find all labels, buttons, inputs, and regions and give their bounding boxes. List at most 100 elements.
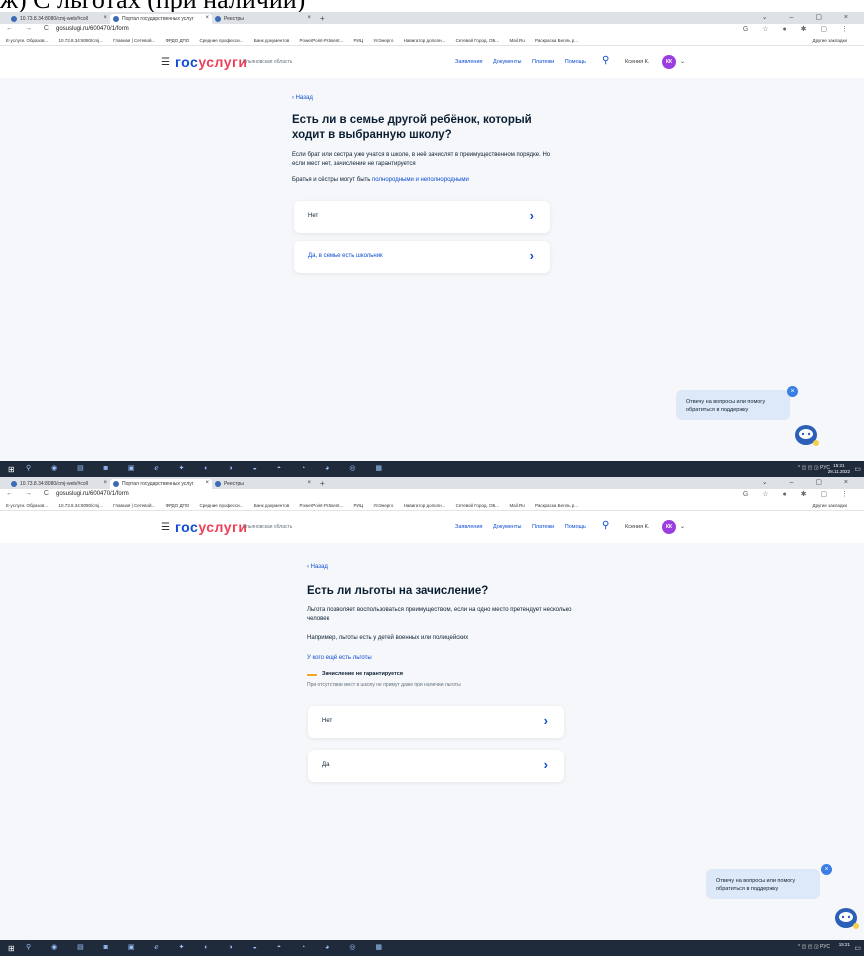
browser-tab-active[interactable]: Портал государственных услуг × (110, 479, 212, 489)
gosuslugi-logo[interactable]: госуслуги (175, 519, 247, 535)
bookmark-item[interactable]: 10.73.8.34:8080/cmj... (58, 503, 103, 508)
search-icon[interactable]: ⚲ (602, 55, 609, 66)
browser-tab-active[interactable]: Портал государственных услуг × (110, 14, 212, 24)
close-tab-icon[interactable]: × (205, 15, 209, 21)
chevron-down-icon[interactable]: ⌄ (680, 523, 685, 530)
tab-favicon-icon (11, 481, 17, 487)
browser-tab[interactable]: Реестры × (212, 14, 314, 24)
browser-tab[interactable]: 10.73.8.34:8080/cmj-web/#coll × (8, 14, 110, 24)
bookmark-item[interactable]: Главная | Сетевой... (113, 38, 155, 43)
close-icon[interactable]: × (821, 864, 832, 875)
windows-start-icon[interactable]: ⊞ (8, 465, 15, 474)
menu-icon[interactable]: ☰ (161, 57, 170, 68)
taskbar-clock[interactable]: 15:21 (839, 942, 850, 948)
close-icon[interactable]: × (787, 386, 798, 397)
bookmark-item[interactable]: РИЦ (354, 38, 364, 43)
taskbar-clock[interactable]: 15:21 28.11.2022 (828, 463, 850, 475)
menu-item-documents[interactable]: Документы (493, 59, 521, 65)
system-tray[interactable]: ^ ◫ ◰ ◲ РУС (798, 465, 830, 471)
browser-tab[interactable]: 10.73.8.34:8080/cmj-web/#coll × (8, 479, 110, 489)
nav-buttons[interactable]: ← → C (6, 490, 54, 497)
new-tab-button[interactable]: + (320, 479, 325, 489)
option-no[interactable]: Нет › (294, 201, 550, 233)
menu-item-help[interactable]: Помощь (565, 524, 586, 530)
search-icon[interactable]: ⚲ (602, 520, 609, 531)
bookmark-item[interactable]: Средние професси... (200, 503, 244, 508)
menu-item-applications[interactable]: Заявления (455, 59, 483, 65)
new-tab-button[interactable]: + (320, 14, 325, 24)
close-tab-icon[interactable]: × (103, 15, 107, 21)
bookmark-item[interactable]: PowerPoint-Präsent... (299, 503, 343, 508)
support-robot-icon[interactable] (832, 906, 860, 930)
bookmark-item[interactable]: Банк документов (254, 38, 290, 43)
other-bookmarks[interactable]: Другие закладки (813, 503, 847, 508)
system-tray[interactable]: ^ ◫ ◰ ◲ РУС (798, 944, 830, 950)
region-selector[interactable]: Ульяновская область (243, 524, 292, 530)
bookmark-item[interactable]: Средние професси... (200, 38, 244, 43)
menu-item-help[interactable]: Помощь (565, 59, 586, 65)
user-name[interactable]: Ксения К. (625, 59, 649, 65)
option-yes[interactable]: Да › (308, 750, 564, 782)
bookmark-item[interactable]: Навигатор дополн... (404, 38, 446, 43)
taskbar-apps[interactable]: ⚲ ◉ ▤ ◙ ▣ ℯ ✦ ◐ ◑ ◒ ◓ ◔ ◕ ◎ ▦ (26, 943, 391, 951)
bookmark-item[interactable]: PowerPoint-Präsent... (299, 38, 343, 43)
menu-item-documents[interactable]: Документы (493, 524, 521, 530)
bookmark-item[interactable]: Банк документов (254, 503, 290, 508)
support-bubble[interactable]: Отвечу на вопросы или помогу обратиться … (676, 390, 790, 420)
bookmark-item[interactable]: РИЦ (354, 503, 364, 508)
user-name[interactable]: Ксения К. (625, 524, 649, 530)
window-controls[interactable]: ⌄ – ▢ × (762, 13, 858, 21)
bookmark-item[interactable]: Сетевой Город. ОБ... (456, 38, 500, 43)
other-bookmarks[interactable]: Другие закладки (813, 38, 847, 43)
bookmark-item[interactable]: ФРДО ДПО (166, 503, 190, 508)
close-tab-icon[interactable]: × (103, 480, 107, 486)
bookmark-item[interactable]: Mail.Ru (509, 503, 524, 508)
tab-favicon-icon (215, 481, 221, 487)
bookmark-item[interactable]: Е-услуги. Образов... (6, 38, 48, 43)
bookmark-item[interactable]: Раскраска Белль р... (535, 38, 578, 43)
bookmark-item[interactable]: Сетевой Город. ОБ... (456, 503, 500, 508)
support-robot-icon[interactable] (792, 423, 820, 447)
who-has-benefits-link[interactable]: У кого ещё есть льготы (307, 654, 577, 663)
warning-marker (307, 674, 317, 676)
url-field[interactable]: gosuslugi.ru/600470/1/form (56, 491, 129, 497)
bookmark-item[interactable]: 10.73.8.34:8080/cmj... (58, 38, 103, 43)
notification-icon[interactable]: ▭ (854, 944, 861, 952)
window-controls[interactable]: ⌄ – ▢ × (762, 478, 858, 486)
nav-buttons[interactable]: ← → C (6, 25, 54, 32)
bookmark-item[interactable]: Главная | Сетевой... (113, 503, 155, 508)
taskbar-apps[interactable]: ⚲ ◉ ▤ ◙ ▣ ℯ ✦ ◐ ◑ ◒ ◓ ◔ ◕ ◎ ▦ (26, 464, 391, 472)
option-yes-schoolchild[interactable]: Да, в семье есть школьник › (294, 241, 550, 273)
menu-icon[interactable]: ☰ (161, 522, 170, 533)
menu-item-applications[interactable]: Заявления (455, 524, 483, 530)
close-tab-icon[interactable]: × (205, 480, 209, 486)
bookmark-item[interactable]: Раскраска Белль р... (535, 503, 578, 508)
region-selector[interactable]: Ульяновская область (243, 59, 292, 65)
bookmark-item[interactable]: Mail.Ru (509, 38, 524, 43)
option-no[interactable]: Нет › (308, 706, 564, 738)
menu-item-payments[interactable]: Платежи (532, 524, 554, 530)
browser-tab[interactable]: Реестры × (212, 479, 314, 489)
bookmark-item[interactable]: ФРДО ДПО (166, 38, 190, 43)
notification-icon[interactable]: ▭ (854, 465, 861, 473)
menu-item-payments[interactable]: Платежи (532, 59, 554, 65)
avatar[interactable]: КК (662, 55, 676, 69)
close-tab-icon[interactable]: × (307, 15, 311, 21)
bookmark-item[interactable]: Е-услуги. Образов... (6, 503, 48, 508)
bookmark-item[interactable]: Навигатор дополн... (404, 503, 446, 508)
back-link[interactable]: ‹ Назад (307, 564, 328, 570)
close-tab-icon[interactable]: × (307, 480, 311, 486)
warning-subtitle: При отсутствии мест в школу не примут да… (307, 682, 461, 688)
url-field[interactable]: gosuslugi.ru/600470/1/form (56, 26, 129, 32)
avatar[interactable]: КК (662, 520, 676, 534)
windows-start-icon[interactable]: ⊞ (8, 944, 15, 953)
chevron-down-icon[interactable]: ⌄ (680, 58, 685, 65)
gosuslugi-logo[interactable]: госуслуги (175, 54, 247, 70)
back-link[interactable]: ‹ Назад (292, 95, 313, 101)
bookmark-item[interactable]: УлЭнерго (373, 503, 393, 508)
browser-toolbar-icons[interactable]: G ☆ ● ✱ ▢ ⋮ (743, 25, 854, 33)
bookmark-item[interactable]: УлЭнерго (373, 38, 393, 43)
siblings-types-link[interactable]: полнородными и неполнородными (372, 177, 469, 183)
support-bubble[interactable]: Отвечу на вопросы или помогу обратиться … (706, 869, 820, 899)
browser-toolbar-icons[interactable]: G ☆ ● ✱ ▢ ⋮ (743, 490, 854, 498)
